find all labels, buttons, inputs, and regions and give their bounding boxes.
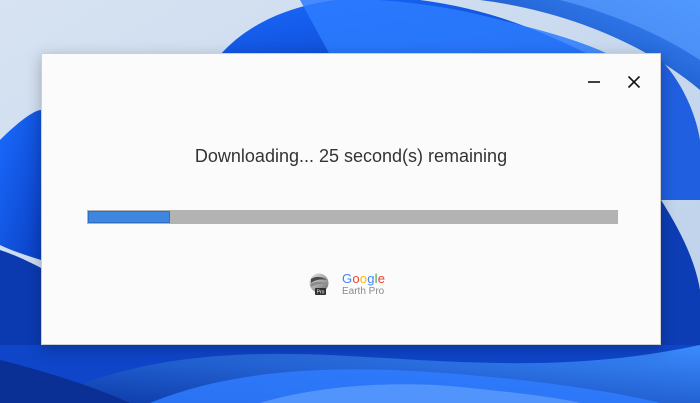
google-wordmark: Google	[342, 272, 385, 285]
google-letter: e	[377, 270, 386, 286]
desktop: Downloading... 25 second(s) remaining Pr…	[0, 0, 700, 403]
download-status-text: Downloading... 25 second(s) remaining	[194, 146, 508, 166]
minimize-icon	[588, 81, 600, 83]
download-progress-fill	[88, 211, 170, 223]
google-letter: o	[352, 270, 360, 286]
product-name: Earth Pro	[342, 285, 385, 297]
google-earth-pro-icon: Pro	[309, 273, 329, 296]
product-branding: Pro Google Earth Pro	[308, 270, 385, 298]
minimize-button[interactable]	[580, 68, 608, 96]
svg-text:Pro: Pro	[317, 290, 325, 296]
download-progress-bar	[87, 210, 618, 224]
close-button[interactable]	[620, 68, 648, 96]
close-icon	[627, 75, 641, 89]
google-letter: g	[367, 270, 375, 286]
google-letter: G	[342, 270, 353, 286]
google-letter: o	[359, 270, 368, 286]
download-dialog: Downloading... 25 second(s) remaining Pr…	[41, 53, 661, 345]
